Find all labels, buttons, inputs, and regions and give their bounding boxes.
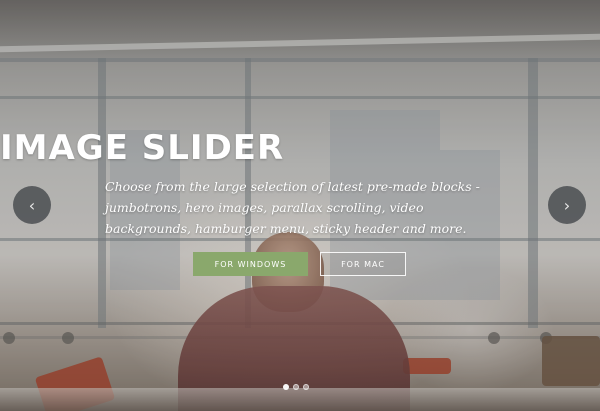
chevron-right-icon: › (563, 195, 571, 215)
slide-indicator-2[interactable] (293, 384, 299, 390)
for-windows-button[interactable]: FOR WINDOWS (193, 252, 308, 276)
for-mac-button[interactable]: FOR MAC (320, 252, 406, 276)
slide-indicator-3[interactable] (303, 384, 309, 390)
slider-title: IMAGE SLIDER (0, 128, 285, 168)
next-slide-button[interactable]: › (548, 186, 586, 224)
chevron-left-icon: ‹ (28, 195, 36, 215)
slider-subtitle: Choose from the large selection of lates… (105, 179, 480, 236)
for-windows-label: FOR WINDOWS (214, 259, 287, 269)
image-slider: IMAGE SLIDER Choose from the large selec… (0, 0, 600, 411)
slide-indicator-1[interactable] (283, 384, 289, 390)
previous-slide-button[interactable]: ‹ (13, 186, 51, 224)
for-mac-label: FOR MAC (341, 259, 385, 269)
slide-indicators (283, 384, 309, 390)
